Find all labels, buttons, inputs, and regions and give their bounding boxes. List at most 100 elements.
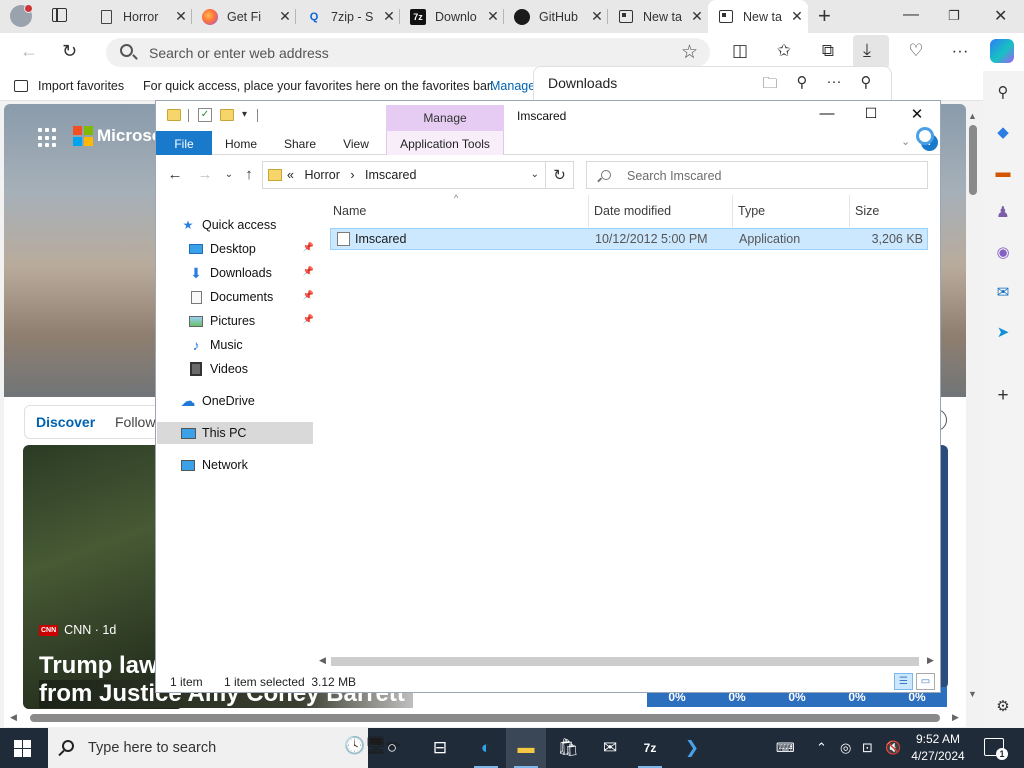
details-view-icon[interactable]: ☰ bbox=[894, 673, 913, 690]
feed-tab-discover[interactable]: Discover bbox=[36, 414, 95, 430]
properties-icon[interactable]: ✓ bbox=[198, 108, 212, 122]
pin-icon[interactable]: 📌 bbox=[303, 314, 314, 325]
folder-address-bar[interactable]: « Horror › Imscared ⌄ bbox=[262, 161, 546, 189]
browser-tab-new-tab[interactable]: New ta ✕ bbox=[608, 0, 708, 33]
explorer-close-icon[interactable]: ✕ bbox=[902, 105, 932, 123]
nav-documents[interactable]: Documents 📌 bbox=[188, 286, 316, 308]
nav-this-pc[interactable]: This PC bbox=[157, 422, 313, 444]
refresh-folder-icon[interactable]: ↻ bbox=[546, 161, 574, 189]
sidebar-shopping-icon[interactable]: ◆ bbox=[992, 121, 1014, 143]
search-downloads-icon[interactable]: ⚲ bbox=[792, 73, 812, 91]
ribbon-tab-share[interactable]: Share bbox=[278, 131, 322, 155]
manage-favorites-link[interactable]: Manage bbox=[490, 79, 535, 93]
browser-essentials-icon[interactable]: ♡ bbox=[904, 41, 928, 61]
sidebar-settings-icon[interactable]: ⚙ bbox=[992, 695, 1014, 717]
volume-muted-icon[interactable]: 🔇 bbox=[885, 740, 901, 756]
sidebar-outlook-icon[interactable]: ✉ bbox=[992, 281, 1014, 303]
tab-actions-icon[interactable] bbox=[52, 8, 67, 22]
breadcrumb-separator-icon[interactable]: › bbox=[350, 168, 354, 182]
nav-videos[interactable]: Videos bbox=[188, 358, 316, 380]
column-type[interactable]: Type bbox=[733, 195, 850, 227]
qat-dropdown-icon[interactable]: ▾ bbox=[242, 109, 247, 120]
breadcrumb-horror[interactable]: Horror bbox=[304, 168, 339, 182]
ribbon-tab-file[interactable]: File bbox=[156, 131, 212, 155]
scroll-thumb[interactable] bbox=[969, 125, 977, 195]
feed-tab-following[interactable]: Follow bbox=[115, 414, 155, 430]
sidebar-drop-icon[interactable]: ➤ bbox=[992, 321, 1014, 343]
folder-search-box[interactable]: Search Imscared bbox=[586, 161, 928, 189]
pin-panel-icon[interactable]: ⚲ bbox=[856, 73, 876, 91]
favorite-star-icon[interactable]: ☆ bbox=[681, 41, 698, 64]
nav-quick-access[interactable]: ★ Quick access bbox=[180, 214, 326, 236]
tab-close-icon[interactable]: ✕ bbox=[786, 8, 808, 25]
app-launcher-icon[interactable] bbox=[38, 128, 58, 148]
sidebar-add-icon[interactable]: + bbox=[992, 385, 1014, 407]
scroll-thumb[interactable] bbox=[331, 657, 919, 666]
scroll-left-icon[interactable]: ◀ bbox=[10, 712, 17, 723]
scroll-up-icon[interactable]: ▲ bbox=[968, 111, 977, 121]
tab-close-icon[interactable]: ✕ bbox=[274, 8, 296, 25]
expand-ribbon-icon[interactable]: ⌄ bbox=[901, 135, 910, 148]
page-horizontal-scrollbar[interactable]: ◀ ▶ bbox=[8, 711, 966, 725]
pin-icon[interactable]: 📌 bbox=[303, 266, 314, 277]
copilot-icon[interactable] bbox=[990, 39, 1014, 63]
address-bar[interactable]: Search or enter web address ☆ bbox=[106, 38, 710, 67]
browser-tab-horror[interactable]: Horror ✕ bbox=[88, 0, 192, 33]
manage-context-tab[interactable]: Manage bbox=[386, 105, 504, 131]
nav-pictures[interactable]: Pictures 📌 bbox=[188, 310, 316, 332]
7zip-taskbar-icon[interactable]: 7z bbox=[630, 728, 670, 768]
tab-close-icon[interactable]: ✕ bbox=[482, 8, 504, 25]
browser-tab-get-firefox[interactable]: Get Fi ✕ bbox=[192, 0, 296, 33]
back-icon[interactable]: ← bbox=[166, 166, 184, 183]
task-view-icon[interactable]: ⊟ bbox=[420, 728, 460, 768]
pin-icon[interactable]: 📌 bbox=[303, 242, 314, 253]
show-hidden-icons[interactable]: ⌃ bbox=[816, 740, 827, 756]
refresh-icon[interactable]: ↻ bbox=[62, 41, 77, 62]
tab-close-icon[interactable]: ✕ bbox=[686, 8, 708, 25]
powershell-icon[interactable]: ❯ bbox=[672, 728, 712, 768]
notifications-icon[interactable]: 1 bbox=[984, 738, 1008, 760]
sidebar-tools-icon[interactable]: ▬ bbox=[992, 161, 1014, 183]
column-date-modified[interactable]: Date modified bbox=[589, 195, 733, 227]
store-icon[interactable]: 🛍 bbox=[548, 728, 588, 768]
up-folder-icon[interactable]: ↑ bbox=[240, 166, 258, 183]
profile-avatar[interactable] bbox=[10, 4, 33, 27]
back-arrow-icon[interactable]: ← bbox=[20, 41, 38, 62]
browser-tab-download[interactable]: 7z Downlo ✕ bbox=[400, 0, 504, 33]
column-size[interactable]: Size bbox=[850, 195, 930, 227]
sidebar-games-icon[interactable]: ♟ bbox=[992, 201, 1014, 223]
sidebar-m365-icon[interactable]: ◉ bbox=[992, 241, 1014, 263]
browser-tab-new-tab-active[interactable]: New ta ✕ bbox=[708, 0, 808, 33]
address-history-icon[interactable]: ⌄ bbox=[531, 169, 539, 180]
meet-now-icon[interactable]: ◎ bbox=[840, 740, 851, 756]
file-row[interactable]: Imscared 10/12/2012 5:00 PM Application … bbox=[330, 228, 928, 250]
mail-icon[interactable]: ✉ bbox=[590, 728, 630, 768]
scroll-right-icon[interactable]: ▶ bbox=[927, 655, 934, 666]
browser-tab-7zip-search[interactable]: Q 7zip - S ✕ bbox=[296, 0, 400, 33]
edge-icon[interactable]: ◐ bbox=[466, 728, 506, 768]
more-options-icon[interactable]: ··· bbox=[824, 73, 844, 90]
explorer-minimize-icon[interactable]: — bbox=[812, 105, 842, 122]
file-explorer-icon[interactable]: ▬ bbox=[506, 728, 546, 768]
recent-locations-icon[interactable]: ⌄ bbox=[220, 169, 238, 180]
nav-music[interactable]: ♪ Music bbox=[188, 334, 316, 356]
column-name[interactable]: Name bbox=[328, 195, 589, 227]
pin-icon[interactable]: 📌 bbox=[303, 290, 314, 301]
browser-tab-github[interactable]: GitHub ✕ bbox=[504, 0, 608, 33]
tab-close-icon[interactable]: ✕ bbox=[170, 8, 192, 25]
sidebar-search-icon[interactable]: ⚲ bbox=[992, 81, 1014, 103]
nav-desktop[interactable]: Desktop 📌 bbox=[188, 238, 316, 260]
nav-onedrive[interactable]: ☁ OneDrive bbox=[180, 390, 326, 412]
scroll-down-icon[interactable]: ▼ bbox=[968, 689, 977, 699]
tab-close-icon[interactable]: ✕ bbox=[586, 8, 608, 25]
tab-close-icon[interactable]: ✕ bbox=[378, 8, 400, 25]
breadcrumb-imscared[interactable]: Imscared bbox=[365, 168, 416, 182]
scroll-thumb[interactable] bbox=[30, 714, 940, 722]
taskbar-search-box[interactable]: Type here to search 🕓🖥✏ bbox=[48, 728, 401, 768]
large-icons-view-icon[interactable]: ▭ bbox=[916, 673, 935, 690]
page-vertical-scrollbar[interactable]: ▲ ▼ bbox=[966, 101, 980, 728]
restore-icon[interactable]: ❐ bbox=[948, 8, 960, 24]
downloads-button[interactable]: ⤓ bbox=[853, 35, 889, 69]
import-favorites-button[interactable]: Import favorites bbox=[14, 79, 124, 93]
minimize-icon[interactable]: — bbox=[903, 6, 919, 24]
